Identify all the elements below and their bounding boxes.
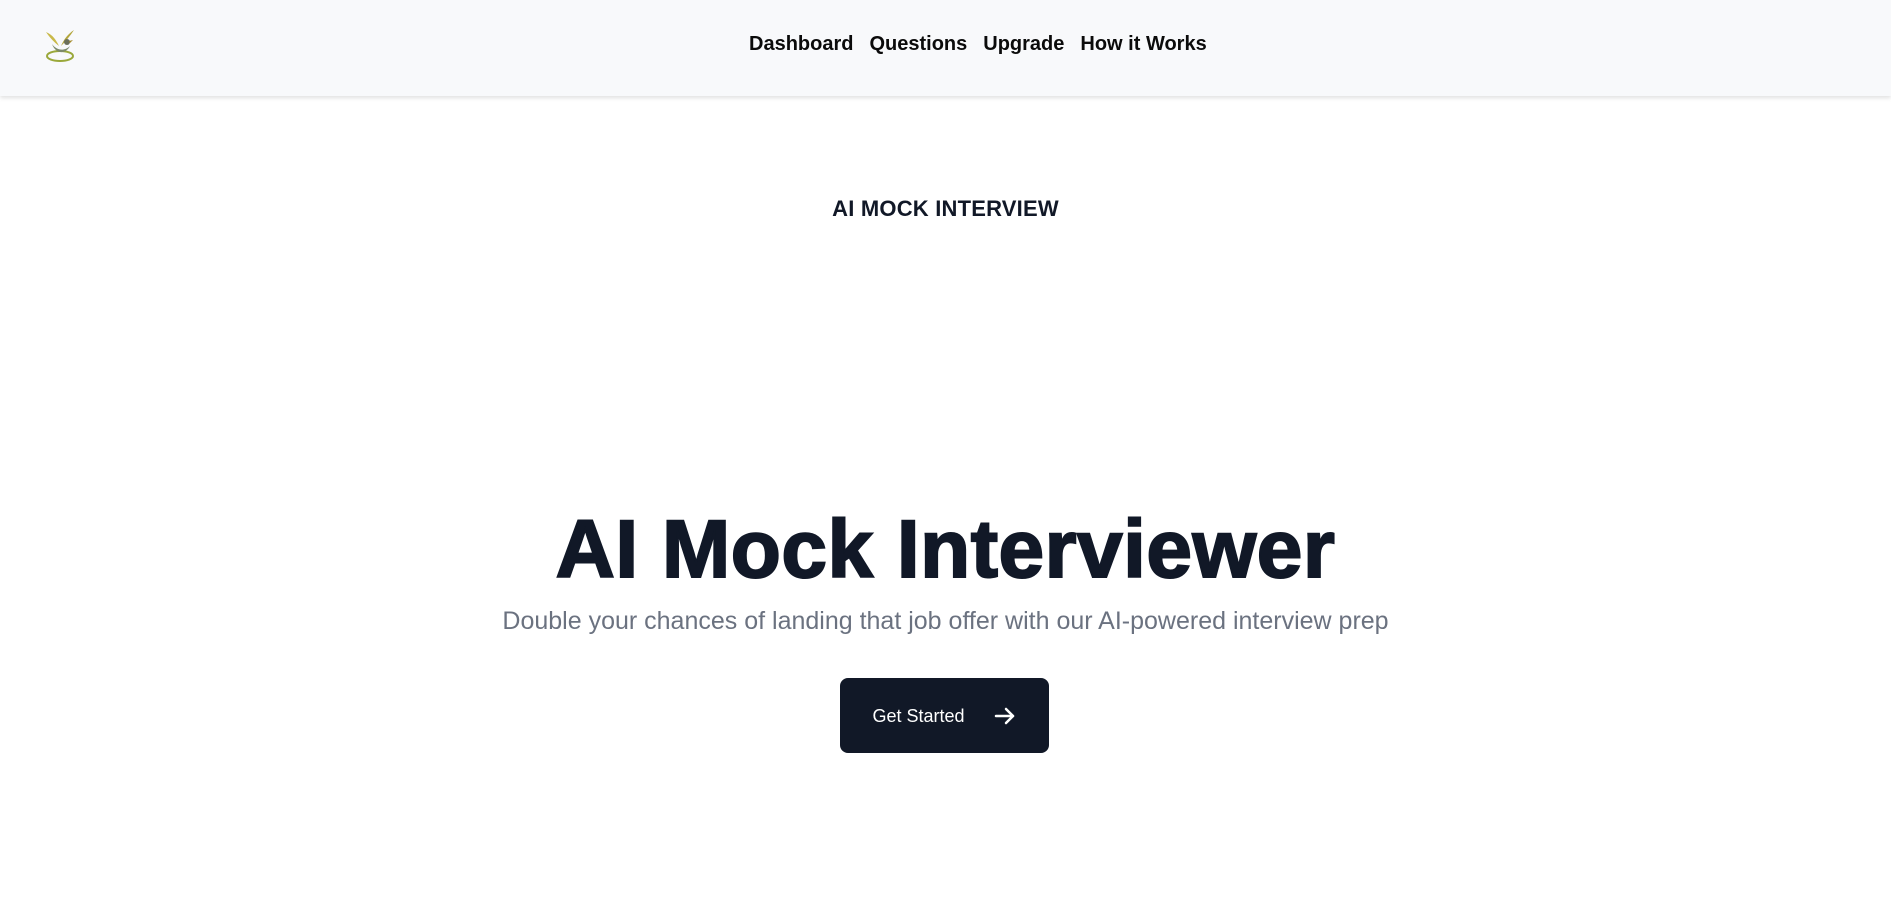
hero-eyebrow: AI MOCK INTERVIEW <box>832 196 1059 221</box>
nav-questions[interactable]: Questions <box>869 31 967 57</box>
nav-upgrade[interactable]: Upgrade <box>983 31 1064 57</box>
hero-title: AI Mock Interviewer <box>555 503 1336 596</box>
nav-how-it-works[interactable]: How it Works <box>1080 31 1206 57</box>
logo[interactable] <box>40 24 80 64</box>
get-started-label: Get Started <box>872 705 965 726</box>
get-started-button[interactable]: Get Started <box>840 678 1049 753</box>
main-nav: Dashboard Questions Upgrade How it Works <box>749 31 1207 57</box>
arrow-right-icon <box>994 707 1014 724</box>
dove-emblem-icon <box>46 30 74 62</box>
nav-dashboard[interactable]: Dashboard <box>749 31 853 57</box>
hero-subtitle: Double your chances of landing that job … <box>502 607 1389 635</box>
top-navbar: Dashboard Questions Upgrade How it Works <box>0 0 1891 96</box>
